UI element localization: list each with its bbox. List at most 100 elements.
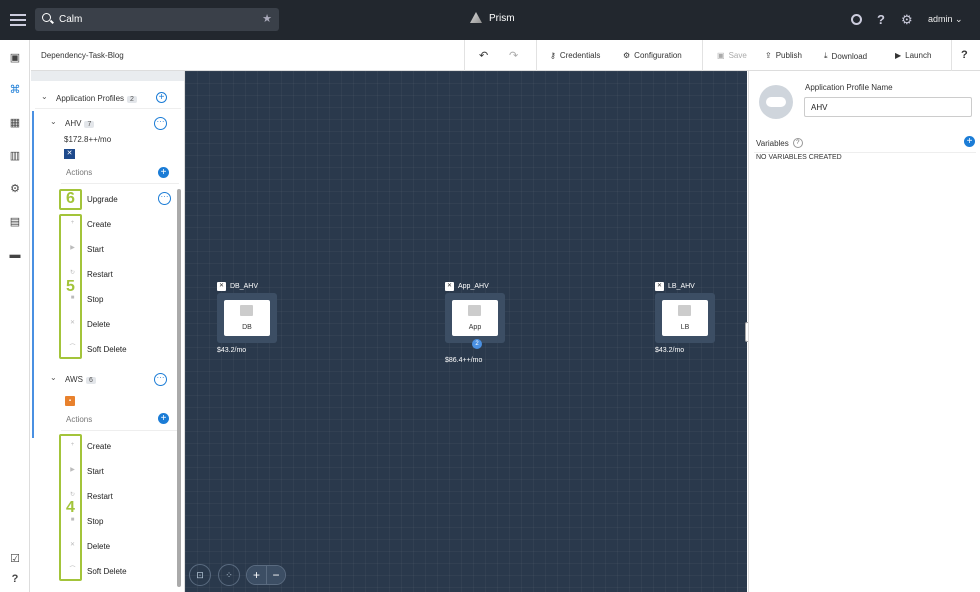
download-button[interactable]: ⤓ Download — [824, 51, 867, 61]
blueprints-icon[interactable]: ⌘ — [9, 84, 21, 96]
action-start[interactable]: Start — [87, 467, 104, 476]
save-button[interactable]: ▣ Save — [717, 51, 747, 60]
zoom-controls: + − — [246, 565, 286, 585]
service-icon: ✕ — [217, 282, 226, 291]
service-name: LB_AHV — [668, 283, 695, 290]
gear-small-icon: ⚙ — [623, 51, 631, 60]
add-action-icon[interactable]: + — [158, 167, 169, 178]
action-delete[interactable]: Delete — [87, 320, 110, 329]
panel-scrollbar[interactable] — [177, 189, 181, 587]
add-action-icon[interactable]: + — [158, 413, 169, 424]
profile-count: 7 — [84, 121, 95, 128]
action-restart[interactable]: Restart — [87, 492, 113, 501]
top-bar: ★ Prism ? ⚙ admin ⌄ — [0, 0, 980, 40]
library-icon[interactable]: ▥ — [9, 150, 21, 162]
actions-label: Actions — [66, 168, 93, 177]
service-icon: ✕ — [445, 282, 454, 291]
chevron-down-icon: ⌄ — [41, 92, 48, 101]
search-box[interactable]: ★ — [35, 8, 279, 31]
service-tile[interactable]: DB — [217, 293, 277, 343]
service-tile[interactable]: App — [445, 293, 505, 343]
blueprint-canvas[interactable]: ✕ DB_AHV DB $43.2/mo ✕ App_AHV App 2 $86.4… — [185, 71, 747, 592]
lock-icon[interactable]: ▤ — [9, 216, 21, 228]
service-name: DB_AHV — [230, 283, 259, 290]
vm-icon — [468, 305, 481, 316]
service-icon: ✕ — [655, 282, 664, 291]
undo-icon[interactable]: ↶ — [479, 49, 488, 62]
publish-button[interactable]: ⇪ Publish — [765, 51, 802, 60]
app-profiles-count: 2 — [127, 96, 137, 103]
credentials-button[interactable]: ⚷ Credentials — [550, 51, 600, 60]
service-tile[interactable]: LB — [655, 293, 715, 343]
help-nav-icon[interactable]: ? — [9, 573, 21, 585]
star-icon[interactable]: ★ — [262, 12, 272, 25]
user-menu[interactable]: admin ⌄ — [928, 14, 963, 25]
action-create[interactable]: Create — [87, 220, 111, 229]
key-icon: ⚷ — [550, 51, 556, 60]
blueprint-toolbar: Dependency-Task-Blog ↶ ↷ ⚷ Credentials ⚙ C… — [31, 40, 980, 71]
action-restart[interactable]: Restart — [87, 270, 113, 279]
more-options-icon[interactable]: ··· — [154, 117, 167, 130]
panel-header-bar — [31, 71, 184, 81]
profile-count: 6 — [85, 377, 96, 384]
variables-header: Variables ? — [756, 138, 803, 148]
auto-layout-icon[interactable]: ⁘ — [218, 564, 240, 586]
action-soft-delete[interactable]: Soft Delete — [87, 345, 127, 354]
configuration-button[interactable]: ⚙ Configuration — [623, 51, 682, 60]
aws-provider-icon: ▪ — [65, 396, 75, 406]
vm-icon — [240, 305, 253, 316]
no-variables-text: NO VARIABLES CREATED — [756, 154, 842, 161]
download-icon: ⤓ — [824, 51, 828, 60]
save-icon: ▣ — [717, 51, 725, 60]
more-options-icon[interactable]: ··· — [158, 192, 171, 205]
action-stop[interactable]: Stop — [87, 517, 103, 526]
blueprint-name: Dependency-Task-Blog — [41, 51, 124, 60]
settings-cogs-icon[interactable]: ⚙ — [9, 183, 21, 195]
service-name: App_AHV — [458, 283, 489, 290]
help-icon[interactable]: ? — [877, 12, 885, 27]
add-profile-icon[interactable]: + — [156, 92, 167, 103]
zoom-out-button[interactable]: − — [266, 566, 285, 584]
more-options-icon[interactable]: ··· — [154, 373, 167, 386]
callout-number-6: 6 — [66, 190, 75, 207]
alerts-ring-icon[interactable] — [851, 13, 862, 28]
redo-icon[interactable]: ↷ — [509, 49, 518, 62]
add-variable-icon[interactable]: + — [964, 136, 975, 147]
gear-icon[interactable]: ⚙ — [901, 12, 913, 28]
marketplace-icon[interactable]: ▦ — [9, 117, 21, 129]
cloud-icon — [759, 85, 793, 119]
service-cost: $43.2/mo — [655, 347, 685, 354]
profile-cost: $172.8++/mo — [64, 135, 112, 144]
action-soft-delete[interactable]: Soft Delete — [87, 567, 127, 576]
profile-name: AHV — [65, 119, 82, 128]
service-cost: $86.4++/mo — [445, 357, 483, 364]
search-icon — [42, 13, 51, 22]
callout-number-4: 4 — [66, 499, 75, 516]
left-nav: ▣ ⌘ ▦ ▥ ⚙ ▤ ▬ ☑ ? — [0, 40, 30, 592]
service-cost: $43.2/mo — [217, 347, 247, 354]
publish-icon: ⇪ — [765, 51, 772, 60]
search-input[interactable] — [59, 12, 259, 27]
action-delete[interactable]: Delete — [87, 542, 110, 551]
action-start[interactable]: Start — [87, 245, 104, 254]
app-profiles-label: Application Profiles — [56, 94, 125, 103]
fit-to-screen-icon[interactable]: ⊡ — [189, 564, 211, 586]
action-stop[interactable]: Stop — [87, 295, 103, 304]
zoom-in-button[interactable]: + — [247, 566, 266, 584]
replica-count-badge: 2 — [472, 339, 482, 349]
launch-button[interactable]: ▶ Launch — [895, 51, 931, 60]
tile-label: DB — [242, 324, 252, 331]
projects-icon[interactable]: ▬ — [9, 249, 21, 261]
checklist-icon[interactable]: ☑ — [9, 553, 21, 565]
toolbar-help-icon[interactable]: ? — [961, 49, 968, 61]
action-create[interactable]: Create — [87, 442, 111, 451]
hamburger-menu-icon[interactable] — [10, 11, 26, 27]
variables-help-icon[interactable]: ? — [792, 138, 803, 148]
tile-label: LB — [680, 324, 690, 331]
callout-number-5: 5 — [66, 278, 75, 295]
action-upgrade[interactable]: Upgrade — [87, 195, 118, 204]
brand-name: Prism — [489, 13, 515, 24]
profile-name-input[interactable] — [804, 97, 972, 117]
applications-icon[interactable]: ▣ — [9, 52, 21, 64]
ahv-provider-icon: ✕ — [64, 149, 75, 159]
